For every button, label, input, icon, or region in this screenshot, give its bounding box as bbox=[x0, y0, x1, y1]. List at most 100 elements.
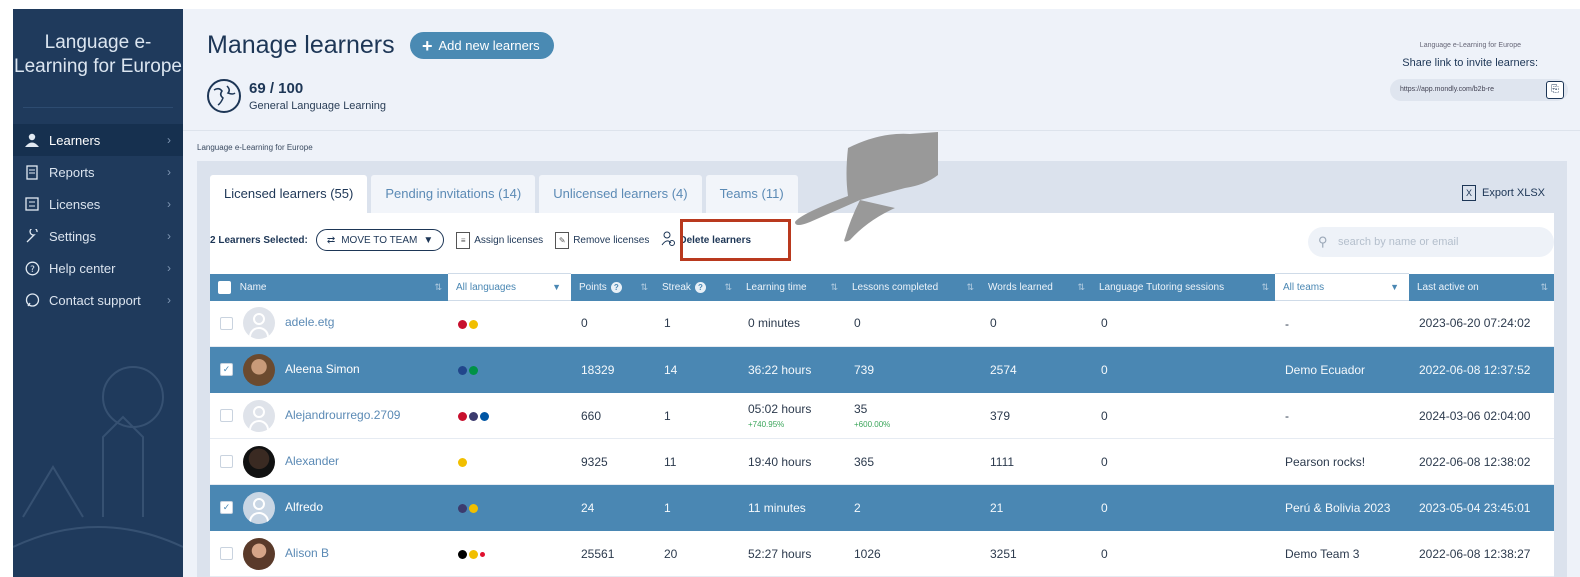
table-row[interactable]: Alexander 9325 11 19:40 hours 365 1111 0… bbox=[210, 438, 1554, 485]
tab-licensed-learners[interactable]: Licensed learners (55) bbox=[210, 175, 368, 213]
learners-panel: 2 Learners Selected: ⇄ MOVE TO TEAM ▼ ≡ … bbox=[210, 213, 1554, 577]
sidebar-item-learners[interactable]: Learners › bbox=[13, 124, 183, 156]
avatar bbox=[243, 445, 275, 478]
sort-icon[interactable]: ⇅ bbox=[1261, 282, 1269, 293]
tutoring-cell: 0 bbox=[1091, 346, 1275, 393]
learner-name[interactable]: Alfredo bbox=[285, 500, 323, 514]
sort-icon[interactable]: ⇅ bbox=[830, 282, 838, 293]
sidebar-item-contact-support[interactable]: Contact support › bbox=[13, 284, 183, 316]
row-checkbox[interactable]: ✓ bbox=[220, 363, 233, 376]
move-to-team-button[interactable]: ⇄ MOVE TO TEAM ▼ bbox=[315, 229, 445, 251]
sidebar-item-settings[interactable]: Settings › bbox=[13, 220, 183, 252]
lessons-cell: 2 bbox=[844, 484, 980, 531]
row-checkbox[interactable] bbox=[220, 409, 233, 422]
breadcrumb[interactable]: Language e-Learning for Europe bbox=[197, 143, 313, 152]
streak-cell: 1 bbox=[654, 300, 738, 347]
learner-name[interactable]: Alexander bbox=[285, 454, 339, 468]
select-all-checkbox[interactable] bbox=[218, 280, 231, 294]
sidebar-item-help-center[interactable]: ? Help center › bbox=[13, 252, 183, 284]
tab-pending-invitations[interactable]: Pending invitations (14) bbox=[371, 175, 536, 213]
sort-icon[interactable]: ⇅ bbox=[640, 282, 648, 293]
info-icon[interactable]: ? bbox=[610, 281, 622, 293]
sidebar-item-reports[interactable]: Reports › bbox=[13, 156, 183, 188]
add-learners-button[interactable]: + Add new learners bbox=[410, 32, 554, 59]
row-checkbox[interactable] bbox=[220, 455, 233, 468]
lessons-cell: 0 bbox=[844, 300, 980, 347]
tab-teams[interactable]: Teams (11) bbox=[705, 175, 798, 213]
last-active-cell: 2022-06-08 12:38:02 bbox=[1409, 438, 1554, 485]
netherlands-flag-icon bbox=[458, 365, 467, 375]
sort-icon[interactable]: ⇅ bbox=[966, 282, 974, 293]
chevron-right-icon: › bbox=[167, 293, 171, 307]
column-header-learning-time[interactable]: Learning time ⇅ bbox=[738, 273, 844, 301]
column-label: Points bbox=[579, 281, 607, 293]
report-icon bbox=[23, 164, 41, 180]
move-to-team-label: MOVE TO TEAM bbox=[341, 234, 418, 246]
spain-flag-icon bbox=[469, 319, 478, 329]
points-cell: 0 bbox=[571, 300, 654, 347]
sort-icon[interactable]: ⇅ bbox=[1077, 282, 1085, 293]
wrench-icon bbox=[23, 228, 41, 244]
us-flag-icon bbox=[458, 503, 467, 513]
sort-icon[interactable]: ⇅ bbox=[434, 282, 442, 293]
highlight-box bbox=[680, 219, 791, 261]
lessons-value: 35 bbox=[854, 402, 868, 416]
column-label: Learning time bbox=[746, 281, 807, 293]
learner-name[interactable]: Aleena Simon bbox=[285, 362, 360, 376]
assign-license-icon: ≡ bbox=[456, 231, 471, 249]
table-row[interactable]: ✓ Aleena Simon 18329 14 36:22 hours 739 2… bbox=[210, 346, 1554, 393]
learner-name[interactable]: adele.etg bbox=[285, 315, 334, 329]
languages-filter[interactable]: All languages ▼ bbox=[448, 273, 571, 301]
team-cell: Perú & Bolivia 2023 bbox=[1275, 484, 1409, 531]
learner-name[interactable]: Alejandrourrego.2709 bbox=[285, 408, 400, 422]
streak-cell: 20 bbox=[654, 530, 738, 577]
selection-count: 2 Learners Selected: bbox=[210, 234, 308, 246]
table-row[interactable]: adele.etg 0 1 0 minutes 0 0 0 - 2023-06-… bbox=[210, 300, 1554, 347]
time-cell: 11 minutes bbox=[738, 484, 844, 531]
column-header-tutoring[interactable]: Language Tutoring sessions ⇅ bbox=[1091, 273, 1275, 301]
sort-icon[interactable]: ⇅ bbox=[1540, 282, 1548, 293]
license-count: 69 / 100 bbox=[249, 80, 304, 97]
person-icon bbox=[23, 132, 41, 148]
column-header-streak[interactable]: Streak? ⇅ bbox=[654, 273, 738, 301]
us-flag-icon bbox=[469, 411, 478, 421]
time-cell: 52:27 hours bbox=[738, 530, 844, 577]
row-checkbox[interactable]: ✓ bbox=[220, 501, 233, 514]
filter-label: All languages bbox=[456, 281, 517, 293]
column-header-last-active[interactable]: Last active on ⇅ bbox=[1409, 273, 1554, 301]
share-org: Language e-Learning for Europe bbox=[1419, 42, 1521, 49]
column-header-points[interactable]: Points? ⇅ bbox=[571, 273, 654, 301]
export-label: Export XLSX bbox=[1482, 187, 1545, 199]
add-learners-label: Add new learners bbox=[438, 38, 540, 53]
language-flags bbox=[448, 300, 571, 347]
japan-flag-icon bbox=[480, 551, 485, 557]
row-checkbox[interactable] bbox=[220, 547, 233, 560]
words-cell: 21 bbox=[980, 484, 1091, 531]
search-input[interactable]: ⚲ search by name or email bbox=[1308, 227, 1554, 257]
teams-filter[interactable]: All teams ▼ bbox=[1275, 273, 1409, 301]
table-row[interactable]: Alison B 25561 20 52:27 hours 1026 3251 … bbox=[210, 530, 1554, 577]
learner-name[interactable]: Alison B bbox=[285, 546, 329, 560]
dropdown-icon: ▼ bbox=[552, 282, 561, 292]
sort-icon[interactable]: ⇅ bbox=[724, 282, 732, 293]
column-header-words[interactable]: Words learned ⇅ bbox=[980, 273, 1091, 301]
move-icon: ⇄ bbox=[326, 234, 336, 246]
time-cell: 19:40 hours bbox=[738, 438, 844, 485]
export-xlsx-button[interactable]: X Export XLSX bbox=[1462, 185, 1545, 201]
tutoring-cell: 0 bbox=[1091, 392, 1275, 439]
avatar bbox=[243, 307, 275, 340]
table-row[interactable]: ✓ Alfredo 24 1 11 minutes 2 21 0 Perú & B… bbox=[210, 484, 1554, 531]
remove-licenses-button[interactable]: ✎ Remove licenses bbox=[555, 231, 649, 249]
table-row[interactable]: Alejandrourrego.2709 660 1 05:02 hours +7… bbox=[210, 392, 1554, 439]
spain-flag-icon bbox=[469, 549, 478, 559]
row-checkbox[interactable] bbox=[220, 316, 233, 330]
sidebar-item-licenses[interactable]: Licenses › bbox=[13, 188, 183, 220]
column-header-lessons[interactable]: Lessons completed ⇅ bbox=[844, 273, 980, 301]
tab-unlicensed-learners[interactable]: Unlicensed learners (4) bbox=[539, 175, 702, 213]
info-icon[interactable]: ? bbox=[694, 281, 706, 293]
column-header-name[interactable]: Name ⇅ bbox=[210, 273, 448, 301]
assign-licenses-button[interactable]: ≡ Assign licenses bbox=[456, 231, 543, 249]
language-flags bbox=[448, 530, 571, 577]
invite-link-field[interactable]: https://app.mondly.com/b2b-re ⎘ bbox=[1390, 79, 1568, 101]
copy-icon[interactable]: ⎘ bbox=[1546, 81, 1564, 99]
